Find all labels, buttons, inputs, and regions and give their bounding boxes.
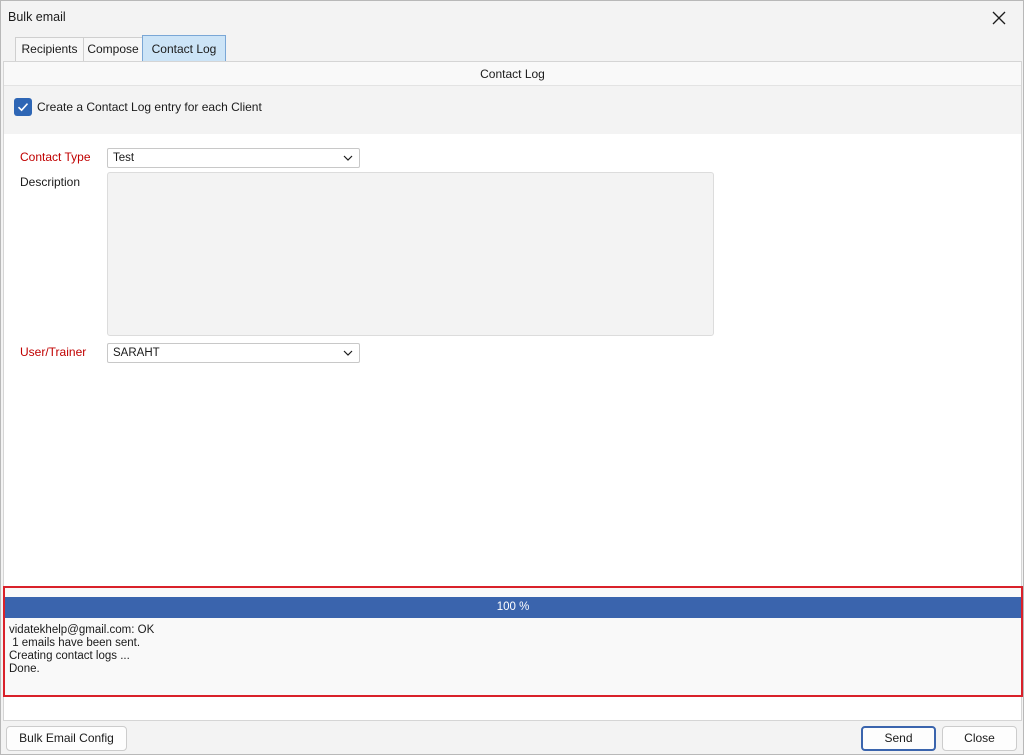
close-icon[interactable] [987,6,1011,30]
create-entry-checkbox[interactable] [14,98,32,116]
user-trainer-dropdown[interactable]: SARAHT [107,343,360,363]
contact-type-dropdown[interactable]: Test [107,148,360,168]
create-entry-row: Create a Contact Log entry for each Clie… [4,86,1021,134]
log-line: 1 emails have been sent. [9,637,141,649]
window-title: Bulk email [8,10,66,24]
tab-contact-log[interactable]: Contact Log [142,35,226,62]
description-label: Description [20,175,81,189]
title-bar: Bulk email [1,1,1023,33]
chevron-down-icon [343,350,353,356]
footer-bar: Bulk Email Config Send Close [1,721,1023,754]
user-trainer-value: SARAHT [113,347,160,359]
log-line: Creating contact logs ... [9,650,130,662]
user-trainer-label: User/Trainer [20,345,87,359]
status-log: vidatekhelp@gmail.com: OK 1 emails have … [9,624,154,676]
log-line: Done. [9,663,40,675]
create-entry-label: Create a Contact Log entry for each Clie… [37,100,262,114]
bulk-email-window: Bulk email Recipients Compose Contact Lo… [0,0,1024,755]
section-title: Contact Log [4,62,1021,86]
tab-recipients[interactable]: Recipients [15,37,84,62]
progress-bar: 100 % [5,597,1021,618]
bulk-email-config-button[interactable]: Bulk Email Config [6,726,127,751]
contact-type-value: Test [113,152,135,164]
send-button[interactable]: Send [861,726,936,751]
checkmark-icon [17,103,29,112]
progress-label: 100 % [496,601,530,613]
contact-type-label: Contact Type [20,150,91,164]
tab-compose[interactable]: Compose [83,37,143,62]
description-field[interactable] [107,172,714,336]
close-button[interactable]: Close [942,726,1017,751]
log-line: vidatekhelp@gmail.com: OK [9,624,155,636]
send-status-panel: 100 % vidatekhelp@gmail.com: OK 1 emails… [3,586,1023,697]
chevron-down-icon [343,155,353,161]
